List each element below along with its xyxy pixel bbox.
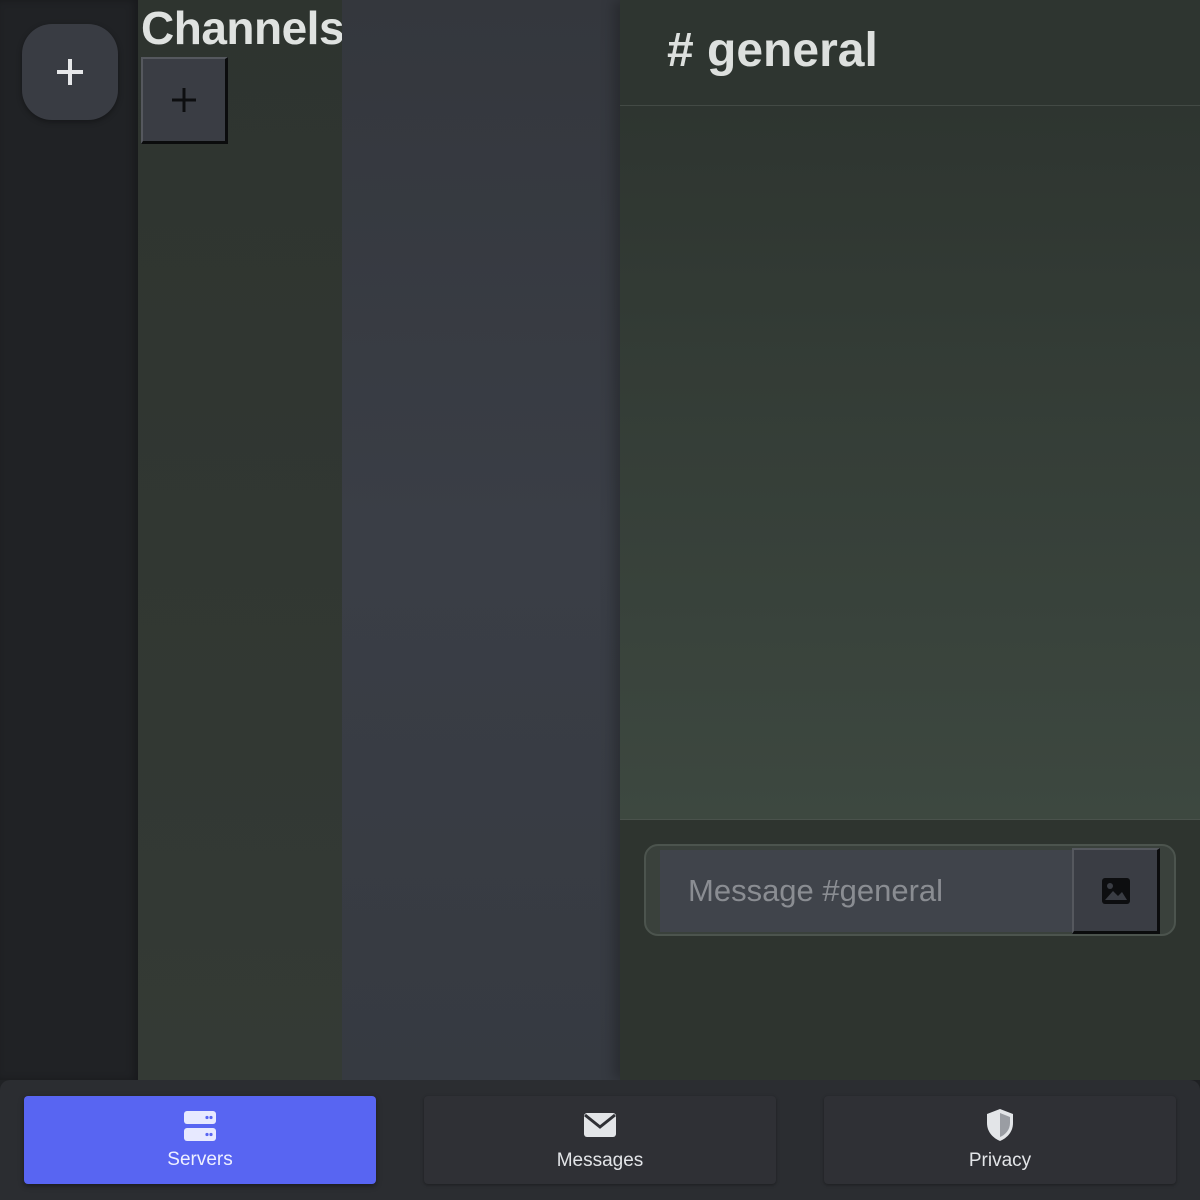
- channel-title: # general: [667, 24, 878, 77]
- nav-privacy-button[interactable]: Privacy: [824, 1096, 1176, 1184]
- message-composer: [644, 844, 1176, 936]
- envelope-icon: [583, 1108, 617, 1142]
- plus-icon: [57, 59, 83, 85]
- add-server-button[interactable]: [22, 24, 118, 120]
- add-channel-button[interactable]: [141, 57, 228, 144]
- message-list[interactable]: [620, 106, 1200, 820]
- plus-icon: [172, 88, 196, 112]
- nav-messages-label: Messages: [556, 1150, 644, 1171]
- member-panel: [342, 0, 620, 1080]
- channels-panel: Channels: [138, 0, 345, 1080]
- bottom-navigation: Servers Messages Privacy: [0, 1080, 1200, 1200]
- shield-icon: [985, 1108, 1015, 1142]
- nav-messages-button[interactable]: Messages: [424, 1096, 776, 1184]
- message-input[interactable]: [660, 850, 1072, 932]
- nav-servers-label: Servers: [167, 1149, 233, 1170]
- server-icon: [183, 1109, 217, 1143]
- image-icon: [1101, 877, 1130, 904]
- channels-title: Channels: [141, 2, 345, 54]
- composer-area: [620, 820, 1200, 1080]
- nav-servers-button[interactable]: Servers: [24, 1096, 376, 1184]
- server-rail: [0, 0, 138, 1080]
- chat-panel: # general: [620, 0, 1200, 1080]
- attach-image-button[interactable]: [1072, 848, 1160, 934]
- chat-header: # general: [620, 0, 1200, 106]
- nav-privacy-label: Privacy: [968, 1150, 1032, 1171]
